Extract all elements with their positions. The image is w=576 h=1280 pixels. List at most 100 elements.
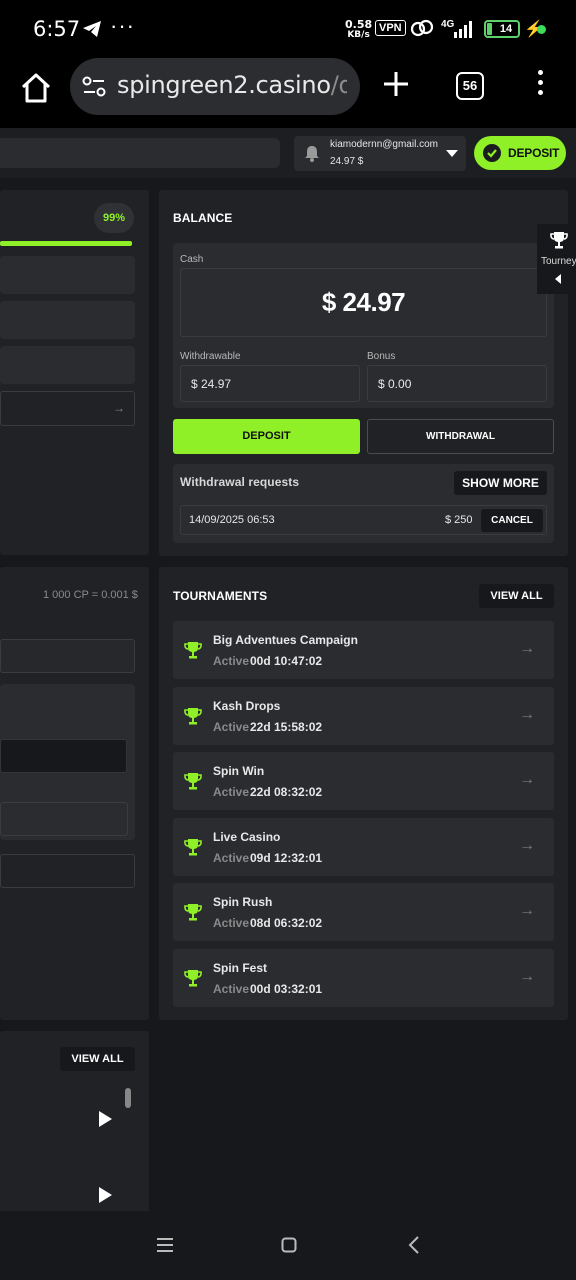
tournament-timer: 09d 12:32:01 [250, 850, 323, 865]
loyalty-row [0, 346, 135, 384]
tournament-row[interactable]: Live Casino Active 09d 12:32:01 → [173, 817, 554, 876]
tournament-status: Active [213, 654, 250, 668]
url-text[interactable]: spingreen2.casino/das [117, 71, 347, 99]
progress-percent-badge: 99% [94, 203, 134, 233]
signal-icon: 4G [440, 19, 478, 44]
trophy-icon [184, 707, 202, 724]
trophy-icon [184, 904, 202, 921]
tournament-timer: 00d 03:32:01 [250, 981, 323, 996]
points-panel [0, 684, 135, 840]
tournament-row[interactable]: Spin Win Active 22d 08:32:02 → [173, 752, 554, 810]
clock: 6:57 [33, 17, 81, 41]
trophy-icon [184, 773, 202, 790]
vpn-badge: VPN [375, 20, 406, 36]
arrow-right-icon[interactable]: → [519, 771, 535, 789]
caret-left-icon[interactable] [555, 274, 561, 284]
tournament-row[interactable]: Big Adventues Campaign Active 00d 10:47:… [173, 621, 554, 679]
tournament-timer: 00d 10:47:02 [250, 654, 323, 668]
tab-switcher-button[interactable]: 56 [456, 72, 484, 100]
home-nav-icon[interactable] [281, 1237, 297, 1253]
trophy-icon [184, 642, 202, 659]
recent-apps-icon[interactable] [156, 1237, 174, 1253]
show-more-button[interactable]: SHOW MORE [454, 471, 547, 495]
tourney-side-tab[interactable]: Tourney [537, 224, 576, 294]
withdrawal-request-row: 14/09/2025 06:53 $ 250 CANCEL [180, 505, 547, 535]
loyalty-card: 99% → [0, 190, 149, 555]
url-bar[interactable]: spingreen2.casino/das [70, 58, 360, 115]
tournament-name: Spin Rush [213, 895, 273, 909]
points-input[interactable] [0, 639, 135, 673]
points-card: 1 000 CP = 0.001 $ [0, 567, 149, 1020]
tournament-status: Active [213, 785, 250, 799]
points-input[interactable] [0, 854, 135, 888]
arrow-right-icon[interactable]: → [519, 706, 535, 724]
battery-icon: 14 [484, 20, 520, 38]
cancel-request-button[interactable]: CANCEL [481, 509, 543, 532]
tournament-name: Big Adventues Campaign [213, 633, 358, 647]
trophy-icon [184, 969, 202, 986]
home-icon[interactable] [18, 70, 54, 106]
tournaments-view-all-button[interactable]: VIEW ALL [479, 584, 554, 608]
games-card: VIEW ALL [0, 1031, 149, 1211]
account-dropdown[interactable]: kiamodernn@gmail.com 24.97 $ [294, 136, 466, 171]
arrow-right-icon[interactable]: → [519, 902, 535, 920]
request-amount: $ 250 [445, 514, 473, 526]
chevron-down-icon[interactable] [446, 150, 458, 157]
tournament-row[interactable]: Kash Drops Active 22d 15:58:02 → [173, 686, 554, 745]
account-balance: 24.97 $ [330, 156, 364, 167]
tournament-timer: 22d 08:32:02 [250, 785, 323, 799]
withdrawable-value: $ 24.97 [180, 365, 360, 402]
tournaments-title: TOURNAMENTS [173, 589, 268, 603]
tournament-row[interactable]: Spin Fest Active 00d 03:32:01 → [173, 948, 554, 1007]
loyalty-row [0, 256, 135, 294]
arrow-right-icon: → [113, 401, 125, 415]
tournament-name: Live Casino [213, 829, 281, 844]
tournament-name: Kash Drops [213, 698, 281, 713]
deposit-button[interactable]: DEPOSIT [173, 419, 360, 454]
scrollbar-thumb[interactable] [125, 1088, 131, 1108]
tournament-row[interactable]: Spin Rush Active 08d 06:32:02 → [173, 883, 554, 941]
network-speed: 0.58 KB/s [345, 18, 373, 40]
tournament-status: Active [213, 850, 250, 865]
new-tab-button[interactable] [382, 68, 410, 107]
site-settings-icon[interactable] [82, 76, 106, 98]
loyalty-link-row[interactable]: → [0, 391, 135, 426]
more-notifications-icon: ··· [110, 13, 135, 38]
tournament-name: Spin Fest [213, 960, 268, 975]
header-deposit-button[interactable]: DEPOSIT [474, 136, 566, 170]
withdrawal-requests-label: Withdrawal requests [180, 475, 300, 489]
points-field[interactable] [0, 739, 127, 773]
request-date: 14/09/2025 06:53 [189, 514, 275, 526]
cash-box: $ 24.97 [180, 268, 547, 337]
browser-toolbar: spingreen2.casino/das 56 [0, 58, 576, 128]
play-icon[interactable] [99, 1111, 112, 1127]
header-search-area[interactable] [0, 138, 280, 168]
arrow-right-icon[interactable]: → [519, 837, 535, 855]
web-page: kiamodernn@gmail.com 24.97 $ DEPOSIT 99%… [0, 128, 576, 1211]
link-icon [410, 19, 434, 37]
cash-value: $ 24.97 [321, 287, 406, 317]
back-icon[interactable] [408, 1236, 420, 1254]
games-view-all-button[interactable]: VIEW ALL [60, 1047, 135, 1071]
tournament-timer: 08d 06:32:02 [250, 916, 323, 930]
browser-menu-icon[interactable] [535, 70, 545, 100]
play-icon[interactable] [99, 1187, 112, 1203]
points-field[interactable] [0, 802, 128, 836]
withdrawable-label: Withdrawable [180, 351, 241, 362]
withdrawal-button[interactable]: WITHDRAWAL [367, 419, 554, 454]
site-header: kiamodernn@gmail.com 24.97 $ DEPOSIT [0, 128, 576, 178]
account-email: kiamodernn@gmail.com [330, 139, 438, 150]
tournament-status: Active [213, 916, 250, 930]
arrow-right-icon[interactable]: → [519, 968, 535, 986]
trophy-icon [550, 232, 568, 249]
arrow-right-icon[interactable]: → [519, 640, 535, 658]
tournament-timer: 22d 15:58:02 [250, 719, 323, 734]
loyalty-row [0, 301, 135, 339]
bonus-value: $ 0.00 [367, 365, 547, 402]
trophy-icon [184, 838, 202, 855]
check-icon [483, 144, 501, 162]
tournament-name: Spin Win [213, 764, 265, 778]
bell-icon[interactable] [304, 144, 320, 162]
tourney-label: Tourney [541, 256, 576, 267]
cp-exchange-rate: 1 000 CP = 0.001 $ [43, 589, 138, 601]
